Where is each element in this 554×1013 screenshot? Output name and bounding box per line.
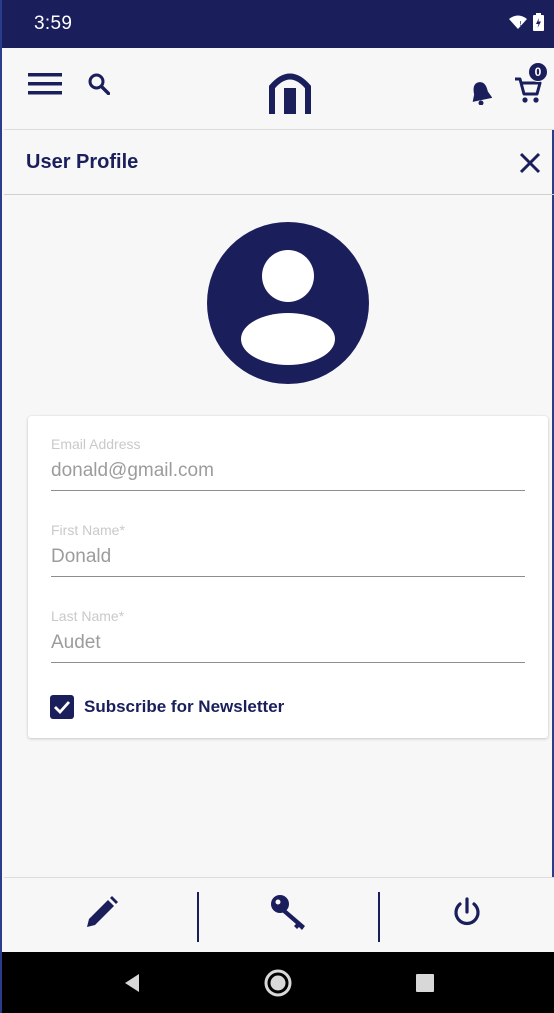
email-label: Email Address <box>51 436 141 452</box>
last-name-label: Last Name* <box>51 608 125 624</box>
first-name-field: First Name* Donald <box>51 522 525 577</box>
power-icon <box>451 897 483 934</box>
back-icon[interactable] <box>123 973 141 993</box>
status-icons: ! <box>509 12 544 36</box>
last-name-input[interactable]: Audet <box>51 624 525 663</box>
cart-button[interactable]: 0 <box>514 62 548 109</box>
change-password-button[interactable] <box>198 878 379 953</box>
svg-text:!: ! <box>519 20 522 28</box>
status-time: 3:59 <box>34 13 73 34</box>
edit-pencil-icon <box>83 895 119 936</box>
email-input[interactable]: donald@gmail.com <box>51 452 525 491</box>
page-header: User Profile <box>4 131 554 195</box>
cart-count-badge: 0 <box>528 62 548 82</box>
newsletter-checkbox[interactable] <box>50 695 74 719</box>
edit-profile-button[interactable] <box>4 878 197 953</box>
menu-icon[interactable] <box>28 72 62 96</box>
app-bar: 0 <box>4 48 554 130</box>
key-icon <box>269 893 309 938</box>
action-bar <box>4 877 554 952</box>
first-name-input[interactable]: Donald <box>51 538 525 577</box>
recents-icon[interactable] <box>415 973 435 993</box>
last-name-field: Last Name* Audet <box>51 608 525 663</box>
profile-form-card: Email Address donald@gmail.com First Nam… <box>28 416 548 738</box>
logout-button[interactable] <box>380 878 554 953</box>
system-nav-bar <box>2 952 554 1013</box>
battery-icon <box>533 12 544 36</box>
page-title: User Profile <box>26 151 139 173</box>
home-icon[interactable] <box>263 968 293 998</box>
status-bar: 3:59 ! <box>2 0 554 48</box>
notification-bell-icon[interactable] <box>470 81 492 105</box>
wifi-icon: ! <box>509 15 527 34</box>
newsletter-label: Subscribe for Newsletter <box>84 697 285 716</box>
first-name-label: First Name* <box>51 522 125 538</box>
newsletter-checkbox-row[interactable]: Subscribe for Newsletter <box>50 695 284 719</box>
user-avatar-icon <box>207 222 369 384</box>
app-frame: 3:59 ! 0 User Profile Email Address dona… <box>0 0 554 1013</box>
close-icon[interactable] <box>518 151 542 175</box>
email-field: Email Address donald@gmail.com <box>51 436 525 491</box>
home-logo-icon[interactable] <box>268 66 312 119</box>
search-icon[interactable] <box>88 73 110 95</box>
